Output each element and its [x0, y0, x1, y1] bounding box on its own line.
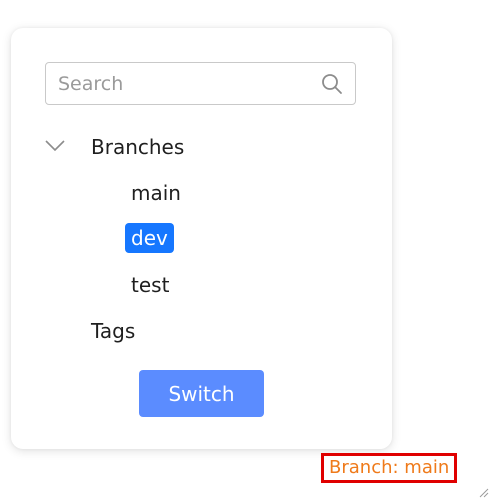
tree-node-dev[interactable]: dev [125, 223, 174, 253]
branch-picker-panel: Branches main dev test Tags Switch [11, 28, 392, 449]
tree-node-tags[interactable]: Tags [91, 316, 135, 346]
search-input[interactable] [46, 63, 320, 104]
tree-node-main[interactable]: main [125, 178, 187, 208]
chevron-down-icon[interactable] [44, 138, 66, 152]
search-box [45, 62, 356, 105]
tree-node-branches-label: Branches [91, 135, 185, 159]
tree-node-label: main [131, 181, 181, 205]
tree-node-label: test [131, 273, 170, 297]
switch-button[interactable]: Switch [139, 370, 264, 417]
search-icon[interactable] [320, 72, 344, 96]
resize-handle-icon[interactable] [477, 483, 489, 498]
tree-node-label-selected: dev [125, 223, 174, 253]
tree-node-test[interactable]: test [125, 270, 175, 300]
branch-status-label: Branch: main [321, 453, 458, 483]
tree-node-branches[interactable]: Branches [91, 132, 184, 162]
tree-node-tags-label: Tags [91, 319, 136, 343]
